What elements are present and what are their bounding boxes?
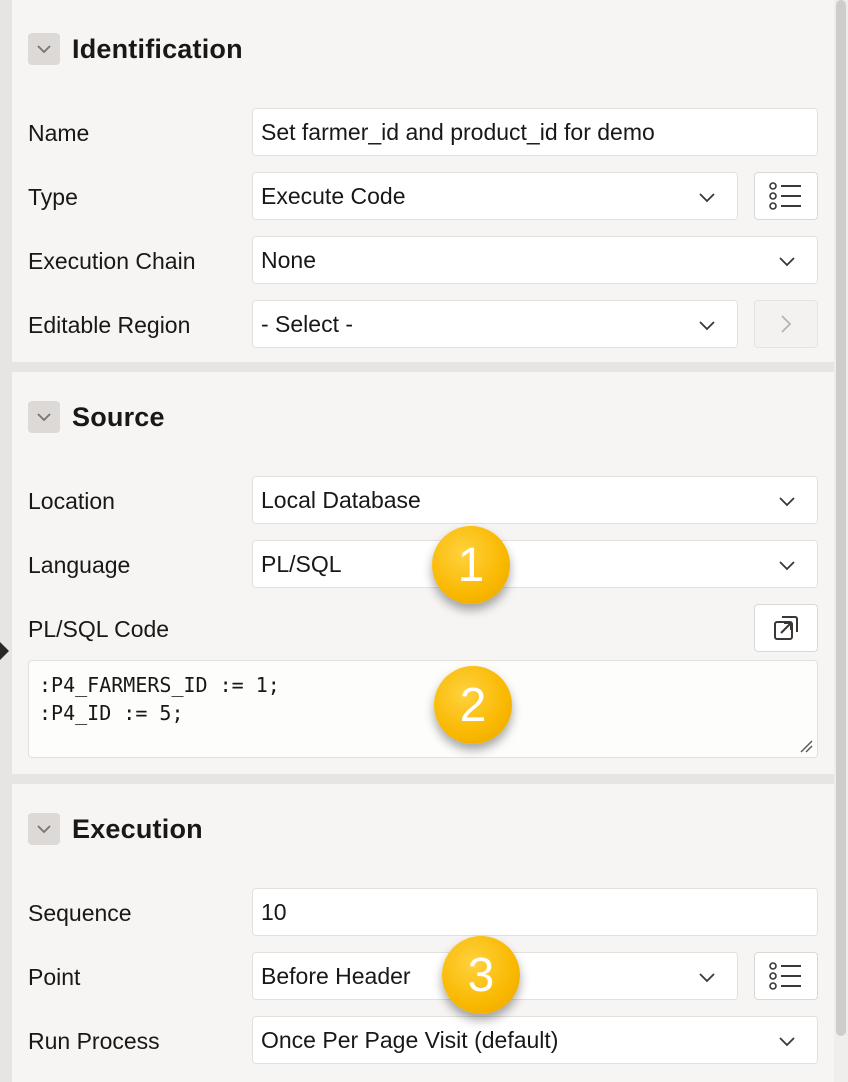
type-select[interactable]: Execute Code (252, 172, 738, 220)
chevron-down-icon (37, 45, 51, 54)
chevron-down-icon (37, 825, 51, 834)
language-label: Language (28, 552, 131, 578)
location-row: Location Local Database (12, 476, 834, 526)
sequence-value: 10 (261, 898, 287, 925)
collapse-identification-button[interactable] (28, 33, 60, 65)
code-line: :P4_FARMERS_ID := 1; (39, 673, 280, 697)
sequence-label: Sequence (28, 900, 132, 926)
chevron-down-icon (779, 561, 795, 571)
section-title: Source (72, 401, 165, 432)
editable-region-select[interactable]: - Select - (252, 300, 738, 348)
type-value: Execute Code (261, 182, 406, 209)
list-icon (769, 182, 801, 210)
collapse-source-button[interactable] (28, 401, 60, 433)
execution-chain-row: Execution Chain None (12, 236, 834, 286)
run-process-select[interactable]: Once Per Page Visit (default) (252, 1016, 818, 1064)
resize-grip-icon[interactable] (799, 739, 813, 753)
source-section: Source Location Local Database Language … (12, 372, 834, 774)
editable-region-label: Editable Region (28, 312, 191, 338)
editable-region-row: Editable Region - Select - (12, 300, 834, 350)
location-label: Location (28, 488, 115, 514)
callout-badge-2: 2 (434, 666, 512, 744)
point-row: Point Before Header (12, 952, 834, 1002)
chevron-right-icon (781, 315, 792, 333)
code-label-row: PL/SQL Code (12, 604, 834, 654)
type-row: Type Execute Code (12, 172, 834, 222)
sequence-input[interactable]: 10 (252, 888, 818, 936)
chevron-down-icon (779, 497, 795, 507)
execution-chain-label: Execution Chain (28, 248, 196, 274)
execution-chain-select[interactable]: None (252, 236, 818, 284)
point-label: Point (28, 964, 81, 990)
type-list-button[interactable] (754, 172, 818, 220)
list-icon (769, 962, 801, 990)
name-value: Set farmer_id and product_id for demo (261, 118, 655, 145)
sequence-row: Sequence 10 (12, 888, 834, 938)
run-process-label: Run Process (28, 1028, 160, 1054)
chevron-down-icon (37, 413, 51, 422)
collapse-execution-button[interactable] (28, 813, 60, 845)
editable-region-value: - Select - (261, 310, 354, 337)
chevron-down-icon (779, 257, 795, 267)
chevron-down-icon (699, 973, 715, 983)
name-row: Name Set farmer_id and product_id for de… (12, 108, 834, 158)
name-input[interactable]: Set farmer_id and product_id for demo (252, 108, 818, 156)
open-in-dialog-icon (774, 616, 798, 640)
go-to-region-button[interactable] (754, 300, 818, 348)
identification-section: Identification Name Set farmer_id and pr… (12, 0, 834, 362)
location-value: Local Database (261, 486, 421, 513)
point-list-button[interactable] (754, 952, 818, 1000)
location-select[interactable]: Local Database (252, 476, 818, 524)
scrollbar[interactable] (834, 0, 848, 1082)
chevron-down-icon (699, 193, 715, 203)
splitter-arrow-icon[interactable] (0, 642, 9, 660)
chevron-down-icon (699, 321, 715, 331)
plsql-code-editor[interactable]: :P4_FARMERS_ID := 1; :P4_ID := 5; (28, 660, 818, 758)
code-label: PL/SQL Code (28, 616, 170, 642)
scrollbar-thumb[interactable] (836, 0, 846, 1036)
point-value: Before Header (261, 962, 411, 989)
execution-chain-value: None (261, 246, 316, 273)
run-process-row: Run Process Once Per Page Visit (default… (12, 1016, 834, 1066)
callout-badge-1: 1 (432, 526, 510, 604)
execution-header: Execution (28, 804, 203, 854)
execution-section: Execution Sequence 10 Point Before Heade… (12, 784, 834, 1082)
section-title: Execution (72, 813, 203, 844)
identification-header: Identification (28, 24, 243, 74)
section-title: Identification (72, 33, 243, 64)
language-value: PL/SQL (261, 550, 342, 577)
name-label: Name (28, 120, 90, 146)
run-process-value: Once Per Page Visit (default) (261, 1026, 559, 1053)
language-select[interactable]: PL/SQL (252, 540, 818, 588)
callout-badge-3: 3 (442, 936, 520, 1014)
source-header: Source (28, 392, 165, 442)
chevron-down-icon (779, 1037, 795, 1047)
code-line: :P4_ID := 5; (39, 701, 184, 725)
type-label: Type (28, 184, 78, 210)
language-row: Language PL/SQL (12, 540, 834, 590)
expand-code-editor-button[interactable] (754, 604, 818, 652)
